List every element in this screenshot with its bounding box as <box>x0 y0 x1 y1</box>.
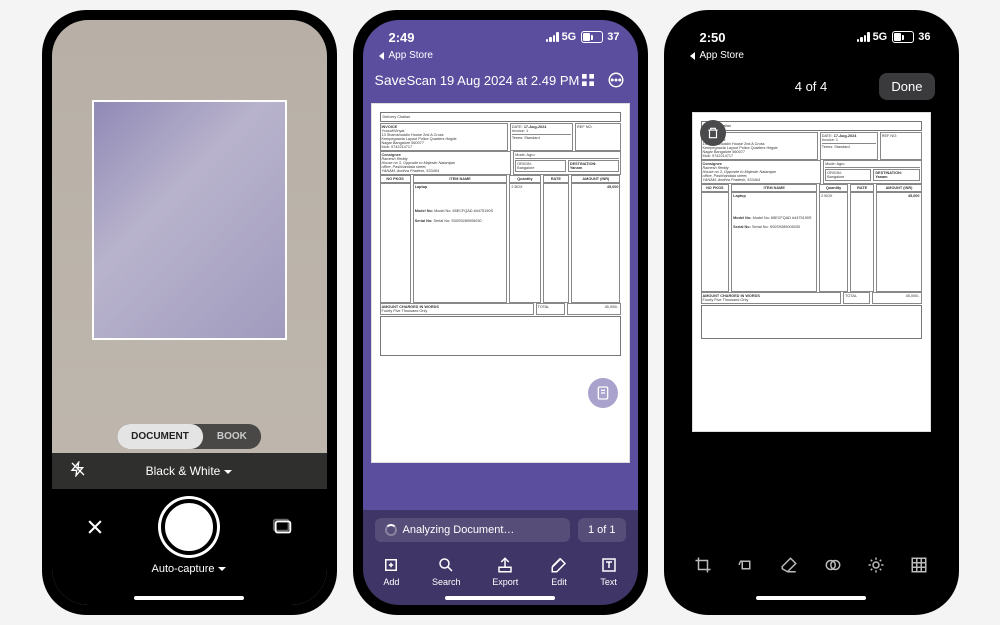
color-icon[interactable] <box>817 549 849 581</box>
scanned-document: Delivery Challan INVOICE Yousuf/Vinyal 1… <box>371 103 630 463</box>
signal-icon <box>857 32 870 42</box>
brightness-icon[interactable] <box>860 549 892 581</box>
save-button[interactable]: Save <box>375 72 407 88</box>
flash-off-icon[interactable] <box>70 461 86 482</box>
scan-title: Scan 19 Aug 2024 at 2.49 PM <box>407 73 580 88</box>
signal-icon <box>546 32 559 42</box>
shutter-button[interactable] <box>161 499 217 555</box>
document-detection-frame <box>92 100 287 340</box>
edit-toolbar <box>674 537 949 605</box>
status-bar: 2:50 5G 36 <box>674 20 949 50</box>
battery-icon <box>581 31 603 43</box>
tool-text[interactable]: Text <box>600 556 618 587</box>
annotate-fab-icon[interactable] <box>588 378 618 408</box>
home-indicator[interactable] <box>756 596 866 600</box>
mode-book[interactable]: BOOK <box>203 424 261 449</box>
phone-scan-capture: DOCUMENT BOOK Black & White <box>42 10 337 615</box>
eraser-icon[interactable] <box>773 549 805 581</box>
gallery-icon[interactable] <box>263 516 303 538</box>
close-icon[interactable] <box>75 517 115 537</box>
tool-search[interactable]: Search <box>432 556 461 587</box>
phone-scan-edit: 2:50 5G 36 App Store 4 of 4 Done Deliver… <box>664 10 959 615</box>
analyzing-status: Analyzing Document… <box>375 518 570 542</box>
capture-mode-toggle[interactable]: DOCUMENT BOOK <box>117 424 261 449</box>
tool-add[interactable]: Add <box>382 556 400 587</box>
mode-document[interactable]: DOCUMENT <box>117 424 203 449</box>
page-counter[interactable]: 1 of 1 <box>578 518 626 542</box>
spinner-icon <box>385 524 397 536</box>
battery-icon <box>892 31 914 43</box>
breadcrumb[interactable]: App Store <box>674 50 949 65</box>
battery-pct: 37 <box>607 31 619 43</box>
network-label: 5G <box>873 31 888 43</box>
edit-preview[interactable]: Delivery Challan INVOICE Yousuf/Vinyal 1… <box>674 108 949 537</box>
tool-edit[interactable]: Edit <box>550 556 568 587</box>
scan-preview[interactable]: Delivery Challan INVOICE Yousuf/Vinyal 1… <box>363 99 638 510</box>
home-indicator[interactable] <box>445 596 555 600</box>
status-time: 2:50 <box>700 30 726 45</box>
autocapture-select[interactable]: Auto-capture <box>152 563 227 575</box>
edit-header: 4 of 4 Done <box>674 65 949 108</box>
more-options-icon[interactable] <box>607 71 625 89</box>
scan-header: Save Scan 19 Aug 2024 at 2.49 PM <box>363 65 638 99</box>
camera-viewport: DOCUMENT BOOK Black & White <box>52 20 327 605</box>
network-label: 5G <box>562 31 577 43</box>
page-counter: 4 of 4 <box>795 79 828 94</box>
grid-icon[interactable] <box>903 549 935 581</box>
filter-select[interactable]: Black & White <box>146 464 233 478</box>
crop-icon[interactable] <box>687 549 719 581</box>
breadcrumb[interactable]: App Store <box>363 50 638 65</box>
done-button[interactable]: Done <box>879 73 934 100</box>
scanned-document: Delivery Challan INVOICE Yousuf/Vinyal 1… <box>692 112 931 432</box>
phone-scan-analyze: 2:49 5G 37 App Store Save Scan 19 Aug 20… <box>353 10 648 615</box>
delete-page-icon[interactable] <box>700 120 726 146</box>
home-indicator[interactable] <box>134 596 244 600</box>
grid-view-icon[interactable] <box>579 71 597 89</box>
tool-export[interactable]: Export <box>492 556 518 587</box>
status-bar: 2:49 5G 37 <box>363 20 638 50</box>
rotate-icon[interactable] <box>730 549 762 581</box>
battery-pct: 36 <box>918 31 930 43</box>
status-time: 2:49 <box>389 30 415 45</box>
